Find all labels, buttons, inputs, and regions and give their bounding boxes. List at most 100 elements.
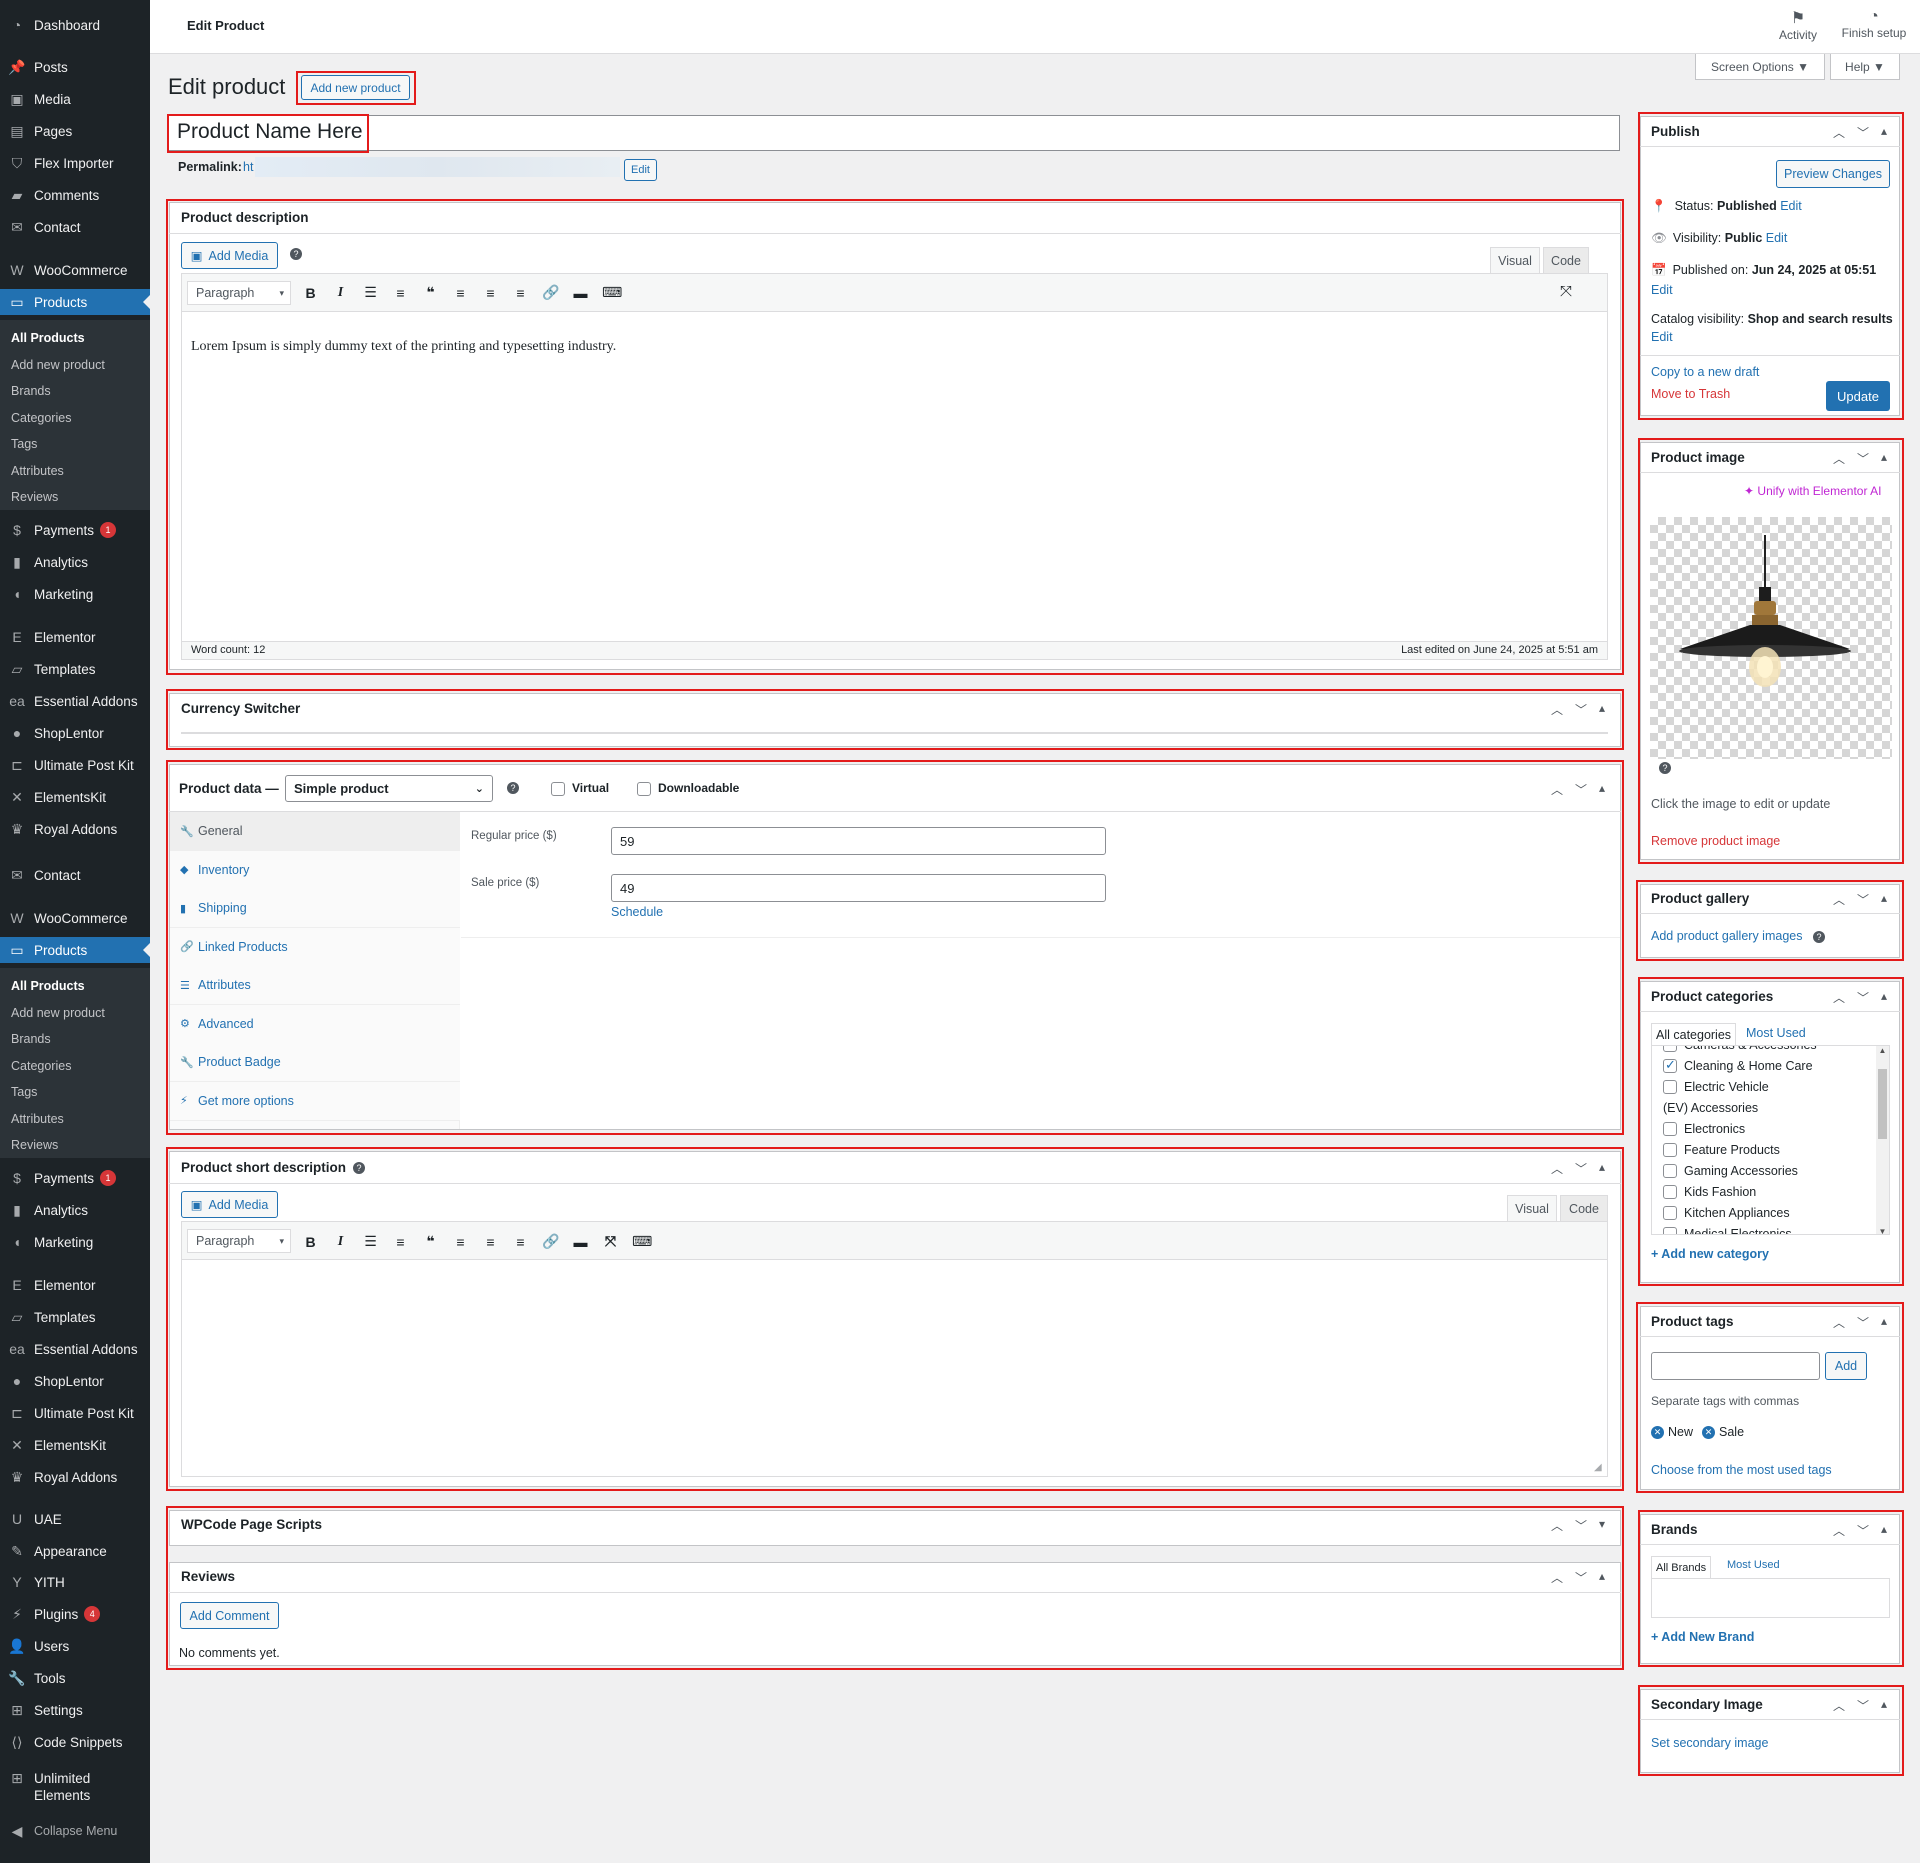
permalink-link[interactable]: ht — [243, 160, 253, 174]
add-comment-button[interactable]: Add Comment — [180, 1602, 279, 1629]
toggle-panel-icon[interactable]: ▴ — [1599, 701, 1605, 718]
category-item[interactable]: Gaming Accessories — [1663, 1160, 1863, 1181]
add-media-button[interactable]: ▣ Add Media — [181, 242, 278, 269]
chevron-up-icon[interactable]: ︿ — [1833, 1697, 1845, 1714]
sidebar-item-unlimited-elements[interactable]: ⊞ Unlimited Elements — [0, 1770, 150, 1806]
submenu-item-reviews[interactable]: Reviews — [0, 1132, 150, 1159]
chevron-up-icon[interactable]: ︿ — [1833, 989, 1845, 1006]
tab-get-more-options[interactable]: ⚡ Get more options — [170, 1081, 460, 1121]
fullscreen-icon[interactable]: ⤧ — [1560, 283, 1572, 300]
catalog-edit-link[interactable]: Edit — [1651, 330, 1673, 344]
tab-shipping[interactable]: ▮ Shipping — [170, 889, 460, 928]
toolbar-toggle-icon[interactable]: ⌨ — [632, 1233, 652, 1250]
finish-setup-button[interactable]: ◔ Finish setup — [1838, 8, 1910, 40]
schedule-link[interactable]: Schedule — [611, 905, 663, 919]
sidebar-item-payments[interactable]: $ Payments 1 — [0, 1165, 150, 1191]
category-checkbox[interactable] — [1663, 1184, 1677, 1199]
chevron-down-icon[interactable]: ﹀ — [1857, 1697, 1869, 1714]
toggle-panel-icon[interactable]: ▴ — [1881, 124, 1887, 141]
tab-product-badge[interactable]: 🔧 Product Badge — [170, 1043, 460, 1082]
chevron-up-icon[interactable]: ︿ — [1551, 1517, 1563, 1534]
help-icon[interactable]: ? — [507, 782, 519, 794]
tab-linked-products[interactable]: 🔗 Linked Products — [170, 927, 460, 967]
sidebar-item-settings[interactable]: ⊞ Settings — [0, 1697, 150, 1723]
sidebar-item-elementor[interactable]: E Elementor — [0, 624, 150, 650]
toggle-panel-icon[interactable]: ▴ — [1881, 1522, 1887, 1539]
sidebar-item-analytics[interactable]: ▮ Analytics — [0, 549, 150, 575]
remove-image-link[interactable]: Remove product image — [1651, 834, 1780, 848]
description-content[interactable]: Lorem Ipsum is simply dummy text of the … — [191, 339, 616, 355]
align-right-icon[interactable]: ≡ — [512, 1234, 529, 1250]
align-center-icon[interactable]: ≡ — [482, 1234, 499, 1250]
submenu-item-brands[interactable]: Brands — [0, 1026, 150, 1053]
fullscreen-icon[interactable]: ⤧ — [602, 1233, 619, 1250]
brand-list[interactable] — [1651, 1578, 1890, 1618]
category-checkbox[interactable] — [1663, 1205, 1677, 1220]
chevron-down-icon[interactable]: ﹀ — [1857, 989, 1869, 1006]
remove-tag-icon[interactable]: ✕ — [1651, 1425, 1664, 1439]
submenu-item-add-new-product[interactable]: Add new product — [0, 1000, 150, 1027]
sidebar-item-woocommerce[interactable]: W WooCommerce — [0, 257, 150, 283]
sidebar-item-media[interactable]: ▣ Media — [0, 86, 150, 112]
tab-code-short[interactable]: Code — [1560, 1195, 1608, 1221]
product-image-thumbnail[interactable] — [1650, 517, 1892, 759]
chevron-up-icon[interactable]: ︿ — [1551, 781, 1563, 798]
help-icon[interactable]: ? — [353, 1162, 365, 1174]
sidebar-item-products[interactable]: ▭ Products — [0, 289, 150, 315]
sidebar-item-shoplentor[interactable]: ● ShopLentor — [0, 720, 150, 746]
category-checkbox[interactable] — [1663, 1163, 1677, 1178]
align-left-icon[interactable]: ≡ — [452, 285, 469, 301]
sidebar-item-comments[interactable]: ▰ Comments — [0, 182, 150, 208]
category-checkbox[interactable] — [1663, 1079, 1677, 1094]
category-item[interactable]: Kids Fashion — [1663, 1181, 1863, 1202]
blockquote-icon[interactable]: ❝ — [422, 284, 439, 301]
product-name-input[interactable] — [168, 115, 1620, 151]
category-item[interactable]: (EV) Accessories — [1663, 1097, 1863, 1118]
submenu-item-all-products[interactable]: All Products — [0, 325, 150, 352]
visibility-edit-link[interactable]: Edit — [1766, 231, 1788, 245]
sidebar-item-users[interactable]: 👤 Users — [0, 1633, 150, 1659]
sidebar-item-marketing[interactable]: ◖ Marketing — [0, 1229, 150, 1255]
bullet-list-icon[interactable]: ☰ — [362, 284, 379, 301]
help-icon[interactable]: ? — [1813, 931, 1825, 943]
activity-button[interactable]: ⚑ Activity — [1772, 8, 1824, 42]
scroll-thumb[interactable] — [1878, 1069, 1887, 1139]
sidebar-item-analytics[interactable]: ▮ Analytics — [0, 1197, 150, 1223]
category-item[interactable]: Medical Electronics — [1663, 1223, 1863, 1234]
sidebar-item-pages[interactable]: ▤ Pages — [0, 118, 150, 144]
tab-visual[interactable]: Visual — [1490, 247, 1540, 273]
sidebar-item-contact[interactable]: ✉ Contact — [0, 862, 150, 888]
add-new-product-button[interactable]: Add new product — [301, 75, 410, 100]
sidebar-item-payments[interactable]: $ Payments 1 — [0, 517, 150, 543]
sale-price-input[interactable]: 49 — [611, 874, 1106, 902]
category-checkbox[interactable] — [1663, 1057, 1677, 1073]
add-tag-button[interactable]: Add — [1825, 1352, 1867, 1380]
chevron-up-icon[interactable]: ︿ — [1833, 1314, 1845, 1331]
choose-tags-link[interactable]: Choose from the most used tags — [1651, 1463, 1832, 1477]
toggle-panel-icon[interactable]: ▴ — [1881, 989, 1887, 1006]
sidebar-item-contact[interactable]: ✉ Contact — [0, 214, 150, 240]
chevron-down-icon[interactable]: ﹀ — [1575, 1160, 1587, 1177]
sidebar-item-woocommerce[interactable]: W WooCommerce — [0, 905, 150, 931]
submenu-item-categories[interactable]: Categories — [0, 1053, 150, 1080]
scroll-up-arrow-icon[interactable]: ▲ — [1876, 1046, 1889, 1055]
unify-ai-button[interactable]: ✦ Unify with Elementor AI — [1744, 484, 1881, 498]
numbered-list-icon[interactable]: ≡ — [392, 285, 409, 301]
align-left-icon[interactable]: ≡ — [452, 1234, 469, 1250]
chevron-down-icon[interactable]: ﹀ — [1857, 450, 1869, 467]
virtual-checkbox[interactable]: Virtual — [551, 781, 609, 796]
toggle-panel-icon[interactable]: ▴ — [1881, 1314, 1887, 1331]
category-list[interactable]: Cameras & AccessoriesCleaning & Home Car… — [1651, 1045, 1890, 1235]
chevron-down-icon[interactable]: ﹀ — [1857, 891, 1869, 908]
sidebar-item-essential-addons[interactable]: ea Essential Addons — [0, 688, 150, 714]
sidebar-item-ultimate-post-kit[interactable]: ⊏ Ultimate Post Kit — [0, 752, 150, 778]
sidebar-item-code-snippets[interactable]: ⟨⟩ Code Snippets — [0, 1729, 150, 1755]
toggle-panel-icon[interactable]: ▴ — [1599, 781, 1605, 798]
submenu-item-attributes[interactable]: Attributes — [0, 1106, 150, 1133]
chevron-down-icon[interactable]: ﹀ — [1857, 1522, 1869, 1539]
remove-tag-icon[interactable]: ✕ — [1702, 1425, 1715, 1439]
screen-options-button[interactable]: Screen Options ▼ — [1695, 54, 1825, 80]
chevron-down-icon[interactable]: ﹀ — [1575, 781, 1587, 798]
toggle-panel-icon[interactable]: ▴ — [1599, 1160, 1605, 1177]
category-item[interactable]: Electronics — [1663, 1118, 1863, 1139]
